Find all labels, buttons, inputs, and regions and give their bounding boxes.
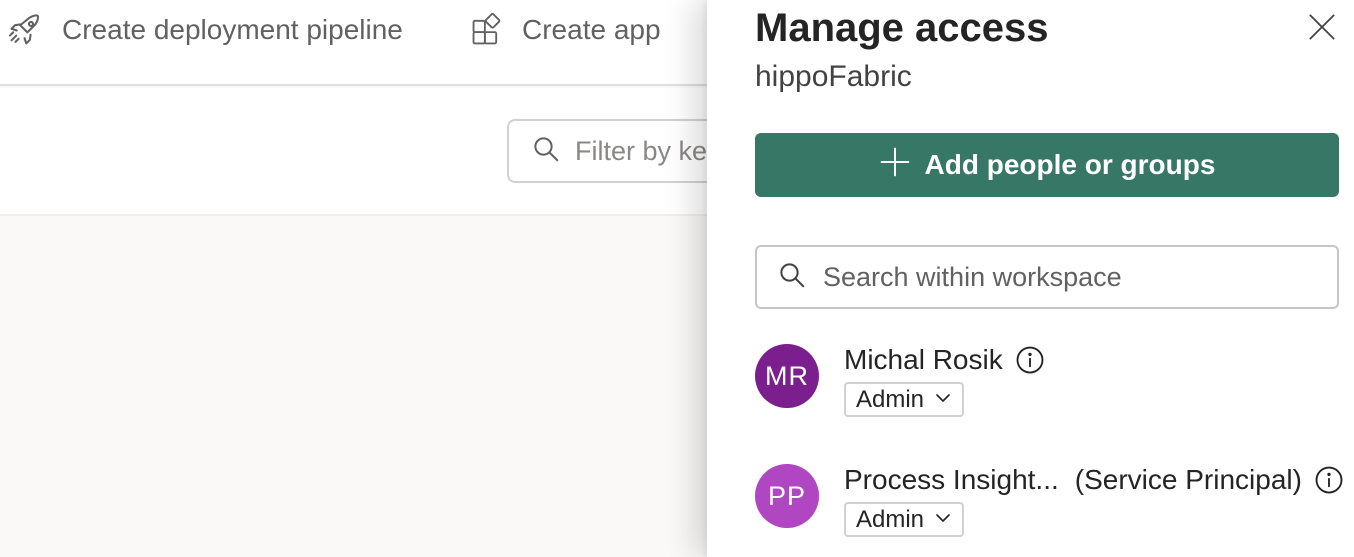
panel-title: Manage access — [755, 6, 1049, 50]
member-name: Michal Rosik — [844, 344, 1003, 375]
role-dropdown[interactable]: Admin — [844, 502, 965, 537]
create-deployment-pipeline-label: Create deployment pipeline — [62, 14, 403, 45]
role-value: Admin — [856, 505, 925, 533]
info-icon[interactable] — [1015, 345, 1045, 375]
workspace-name: hippoFabric — [755, 60, 912, 93]
member-name-row: Process Insight... (Service Principal) — [844, 464, 1344, 496]
manage-access-panel: Manage access hippoFabric Add people or … — [707, 0, 1354, 557]
search-icon — [777, 260, 807, 295]
role-value: Admin — [856, 385, 925, 413]
rocket-icon — [6, 11, 44, 49]
create-deployment-pipeline-button[interactable]: Create deployment pipeline — [6, 10, 403, 50]
avatar: PP — [755, 464, 819, 528]
workspace-search-input[interactable] — [823, 261, 1323, 293]
add-people-button[interactable]: Add people or groups — [755, 133, 1339, 197]
member-name-row: Michal Rosik — [844, 344, 1045, 376]
member-row: PP Process Insight... (Service Principal… — [755, 460, 1345, 557]
close-icon — [1308, 13, 1336, 46]
app-grid-icon — [470, 13, 504, 47]
search-icon — [531, 134, 561, 169]
role-dropdown[interactable]: Admin — [844, 382, 965, 417]
create-app-button[interactable]: Create app — [470, 10, 661, 50]
workspace-search-box — [755, 245, 1339, 309]
chevron-down-icon — [934, 386, 952, 414]
close-button[interactable] — [1305, 12, 1339, 46]
member-type: (Service Principal) — [1074, 464, 1302, 495]
avatar: MR — [755, 344, 819, 408]
info-icon[interactable] — [1314, 465, 1344, 495]
member-name: Process Insight... — [844, 464, 1059, 495]
workspace-view: Create deployment pipeline Create app Fi… — [0, 0, 1354, 557]
member-row: MR Michal Rosik Admin — [755, 340, 1345, 440]
plus-icon — [879, 146, 911, 185]
create-app-label: Create app — [522, 14, 661, 45]
chevron-down-icon — [934, 506, 952, 534]
add-people-label: Add people or groups — [924, 149, 1216, 180]
